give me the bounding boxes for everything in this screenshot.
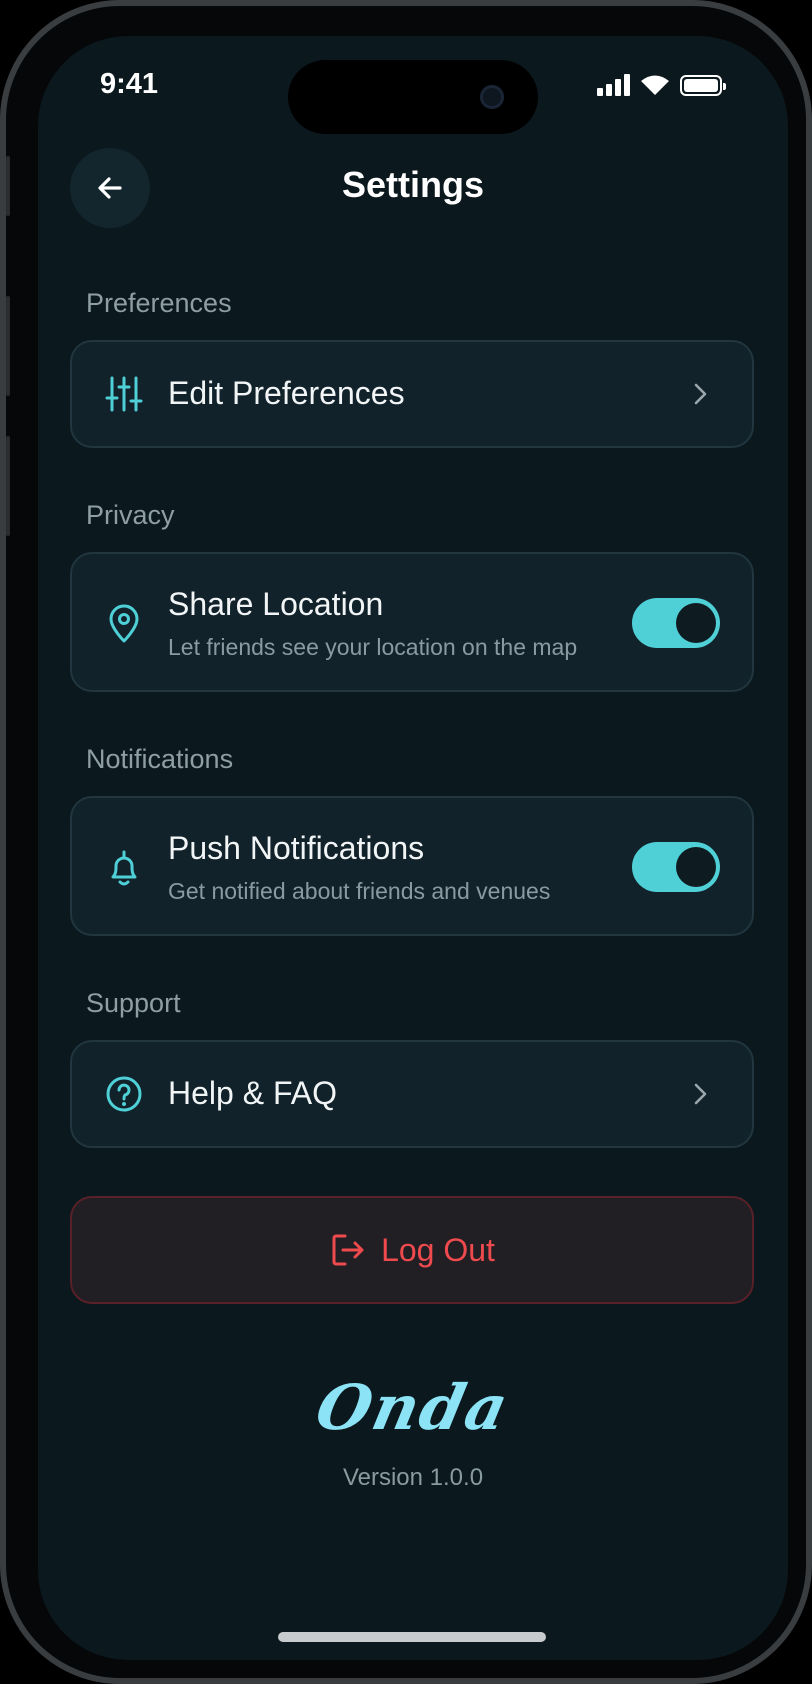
brand-logo: Onda bbox=[309, 1371, 517, 1444]
page-title: Settings bbox=[341, 164, 484, 205]
phone-frame: 9:41 Settings Preferences Edit Preferenc… bbox=[0, 0, 812, 1684]
share-location-label: Share Location bbox=[168, 586, 384, 622]
chevron-right-icon bbox=[694, 1083, 707, 1105]
camera-icon bbox=[480, 85, 504, 109]
edit-preferences-label: Edit Preferences bbox=[168, 375, 405, 411]
question-circle-icon bbox=[104, 1074, 144, 1114]
bell-icon bbox=[104, 848, 144, 888]
cellular-signal-icon bbox=[597, 74, 630, 96]
logout-button[interactable]: Log Out bbox=[70, 1196, 754, 1304]
share-location-toggle[interactable] bbox=[632, 598, 720, 648]
volume-down-button bbox=[6, 436, 10, 536]
edit-preferences-row[interactable]: Edit Preferences bbox=[70, 340, 754, 448]
help-faq-label: Help & FAQ bbox=[168, 1075, 337, 1111]
toggle-knob bbox=[676, 603, 716, 643]
share-location-description: Let friends see your location on the map bbox=[168, 634, 578, 660]
push-notifications-toggle[interactable] bbox=[632, 842, 720, 892]
action-button bbox=[6, 156, 10, 216]
screen: 9:41 Settings Preferences Edit Preferenc… bbox=[38, 36, 788, 1660]
map-pin-icon bbox=[104, 604, 144, 644]
logout-label: Log Out bbox=[381, 1231, 495, 1268]
battery-icon bbox=[680, 74, 726, 96]
push-notifications-row: Push Notifications Get notified about fr… bbox=[70, 796, 754, 936]
status-icons bbox=[597, 74, 726, 96]
chevron-right-icon bbox=[694, 383, 707, 405]
section-label-support: Support bbox=[86, 988, 181, 1018]
wifi-icon bbox=[641, 75, 669, 95]
toggle-knob bbox=[676, 847, 716, 887]
dynamic-island bbox=[288, 60, 538, 134]
section-label-privacy: Privacy bbox=[86, 500, 175, 530]
home-indicator[interactable] bbox=[278, 1632, 546, 1642]
status-time: 9:41 bbox=[100, 68, 159, 100]
logout-icon bbox=[332, 1234, 364, 1266]
sliders-icon bbox=[104, 374, 144, 414]
push-notifications-description: Get notified about friends and venues bbox=[168, 878, 551, 904]
help-faq-row[interactable]: Help & FAQ bbox=[70, 1040, 754, 1148]
section-label-notifications: Notifications bbox=[86, 744, 234, 774]
section-label-preferences: Preferences bbox=[86, 288, 232, 318]
volume-up-button bbox=[6, 296, 10, 396]
share-location-row: Share Location Let friends see your loca… bbox=[70, 552, 754, 692]
version-text: Version 1.0.0 bbox=[342, 1464, 484, 1491]
push-notifications-label: Push Notifications bbox=[168, 830, 425, 866]
